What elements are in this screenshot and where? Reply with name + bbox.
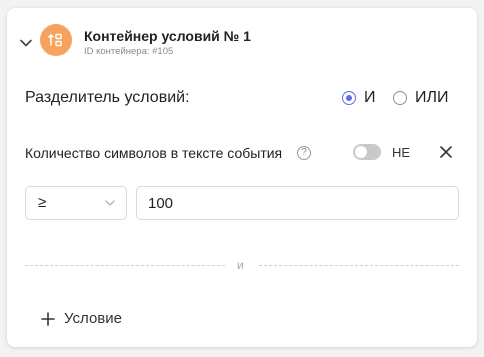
- close-icon[interactable]: [439, 145, 453, 159]
- divider-label: и: [237, 258, 244, 272]
- container-title: Контейнер условий № 1: [84, 28, 251, 44]
- divider-line-right: [259, 265, 459, 266]
- condition-label: Количество символов в тексте события: [25, 145, 283, 161]
- container-id: ID контейнера: #105: [84, 46, 174, 57]
- toggle-knob: [355, 146, 367, 158]
- collapse-chevron-icon[interactable]: [19, 36, 33, 50]
- radio-and[interactable]: И: [342, 89, 376, 107]
- radio-or[interactable]: ИЛИ: [393, 89, 449, 107]
- negate-toggle[interactable]: [353, 144, 381, 160]
- divider-line-left: [25, 265, 225, 266]
- radio-or-dot[interactable]: [393, 91, 407, 105]
- operator-value: ≥: [38, 194, 47, 211]
- condition-container-card: Контейнер условий № 1 ID контейнера: #10…: [7, 8, 477, 347]
- chevron-down-icon: [105, 200, 115, 206]
- operator-select[interactable]: ≥: [25, 186, 127, 220]
- plus-icon: [41, 311, 55, 326]
- add-condition-label: Условие: [64, 310, 122, 327]
- container-type-badge: [40, 24, 72, 56]
- sort-conditions-icon: [48, 33, 62, 47]
- add-condition-button[interactable]: Условие: [41, 310, 122, 327]
- help-icon[interactable]: ?: [297, 146, 311, 160]
- negate-label: НЕ: [392, 145, 411, 160]
- value-input[interactable]: [136, 186, 459, 220]
- radio-or-label: ИЛИ: [415, 89, 449, 106]
- separator-label: Разделитель условий:: [25, 89, 190, 106]
- radio-and-dot[interactable]: [342, 91, 356, 105]
- radio-and-label: И: [364, 89, 376, 106]
